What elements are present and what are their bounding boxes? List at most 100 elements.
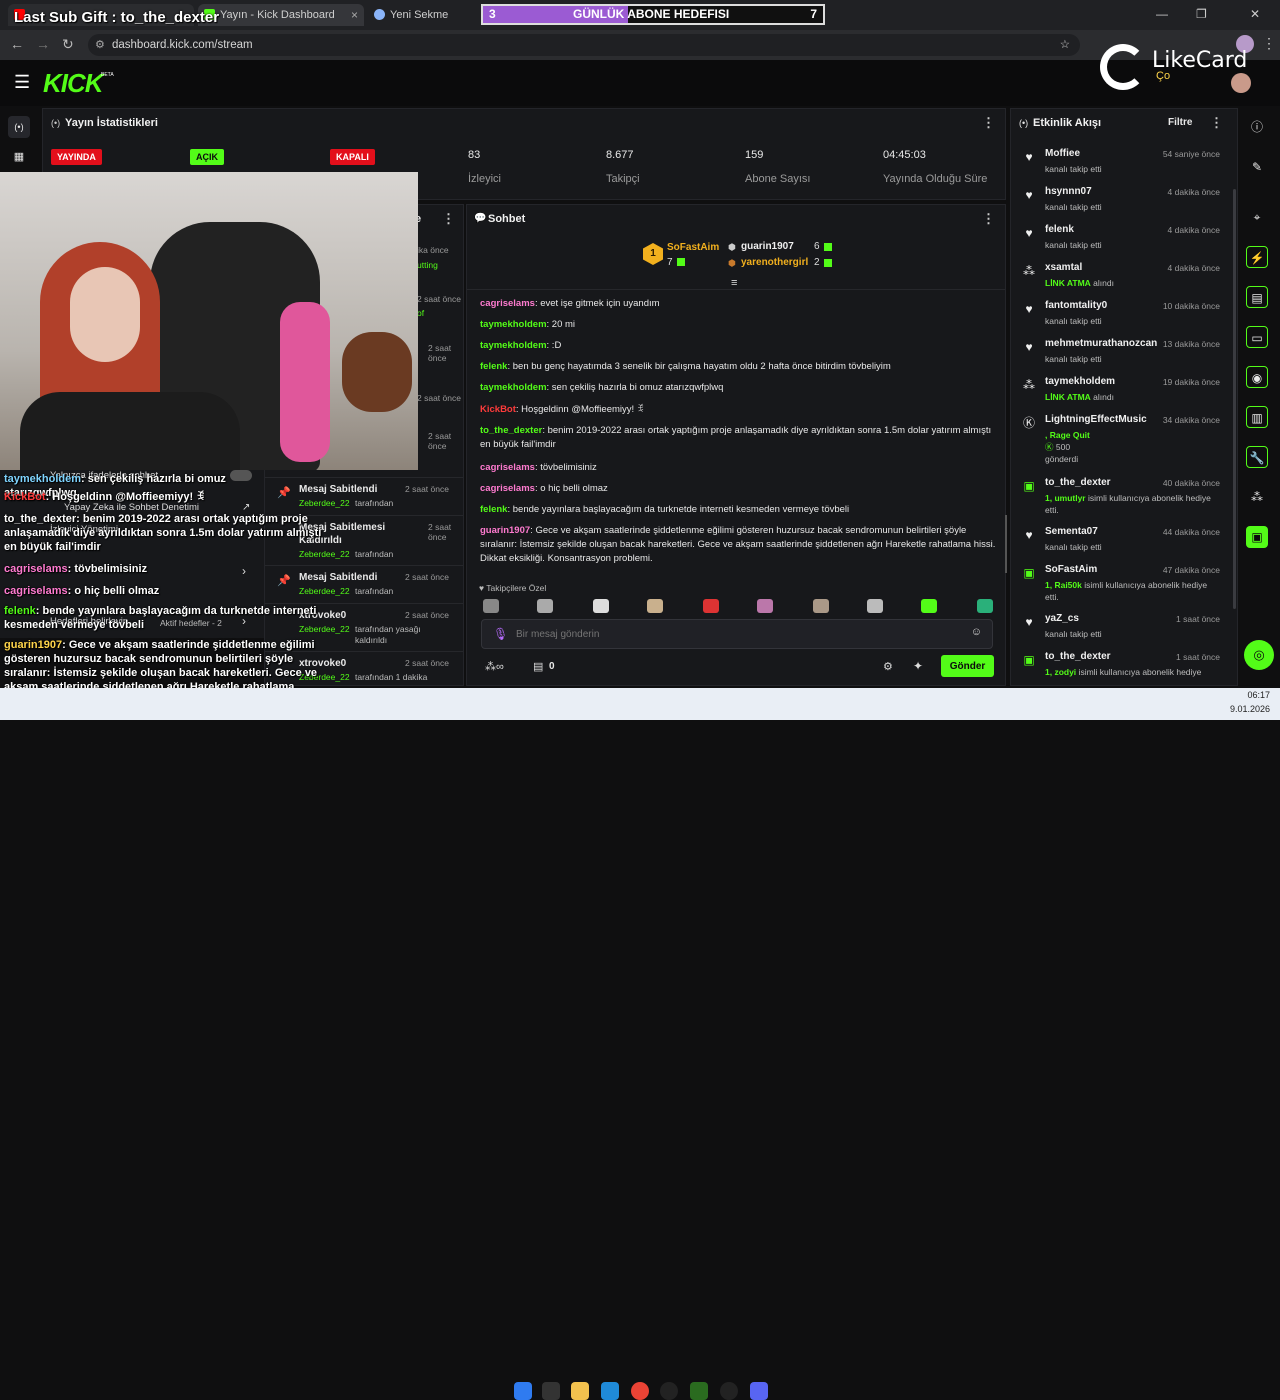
event-username[interactable]: taymekholdem: [1045, 376, 1115, 387]
open-badge[interactable]: AÇIK: [190, 149, 224, 165]
windows-start-icon[interactable]: [514, 1382, 532, 1400]
event-username[interactable]: SoFastAim: [1045, 564, 1097, 575]
activity-menu-icon[interactable]: ⋮: [1210, 115, 1223, 131]
chat-username[interactable]: cagriselams: [480, 298, 535, 309]
close-tab-icon[interactable]: ×: [351, 4, 358, 26]
expand-pinned-icon[interactable]: ≡: [731, 277, 737, 289]
emote-icon[interactable]: [921, 599, 937, 613]
hamburger-menu-icon[interactable]: ☰: [14, 72, 30, 93]
chat-username[interactable]: KickBot: [480, 404, 516, 415]
event-username[interactable]: to_the_dexter: [1045, 477, 1111, 488]
chat-username[interactable]: cagriselams: [480, 462, 535, 473]
chat-message-input[interactable]: [516, 624, 956, 644]
wrench-icon[interactable]: 🔧: [1246, 446, 1268, 468]
event-username[interactable]: to_the_dexter: [1045, 651, 1111, 662]
app-green-icon[interactable]: [690, 1382, 708, 1400]
minimize-icon[interactable]: —: [1156, 7, 1168, 21]
back-icon[interactable]: ←: [10, 36, 24, 52]
bookmark-star-icon[interactable]: ☆: [1060, 34, 1070, 56]
tab-kick-dashboard[interactable]: Yayın - Kick Dashboard ×: [198, 4, 364, 26]
file-explorer-icon[interactable]: [571, 1382, 589, 1400]
chat-username[interactable]: taymekholdem: [480, 319, 547, 330]
store-icon[interactable]: ▤: [533, 660, 543, 673]
task-view-icon[interactable]: [542, 1382, 560, 1400]
edit-icon[interactable]: ✎: [1246, 156, 1268, 178]
emote-icon[interactable]: [813, 599, 829, 613]
screenshot-icon[interactable]: ⌖: [1246, 206, 1268, 228]
mod-menu-icon[interactable]: ⋮: [442, 211, 455, 227]
emote-icon[interactable]: [593, 599, 609, 613]
app-g-icon[interactable]: [660, 1382, 678, 1400]
chat-username[interactable]: guarin1907: [480, 525, 530, 536]
gift-tool-icon[interactable]: ▣: [1246, 526, 1268, 548]
chat-bubble-icon[interactable]: ▭: [1246, 326, 1268, 348]
event-username[interactable]: hsynnn07: [1045, 186, 1092, 197]
event-username[interactable]: yaZ_cs: [1045, 613, 1079, 624]
event-time: 1 saat önce: [1176, 614, 1220, 624]
closed-badge[interactable]: KAPALI: [330, 149, 375, 165]
mod-item[interactable]: 📌 Mesaj Sabitlendi Zeberdee_22 tarafında…: [265, 477, 463, 513]
chat-username[interactable]: felenk: [480, 361, 507, 372]
emote-icon[interactable]: [703, 599, 719, 613]
maximize-icon[interactable]: ❐: [1196, 7, 1207, 21]
emote-icon[interactable]: [977, 599, 993, 613]
event-username[interactable]: fantomtality0: [1045, 300, 1107, 311]
microphone-icon[interactable]: 🎙: [493, 627, 508, 641]
tab-label: Yayın - Kick Dashboard: [220, 9, 335, 21]
emoji-icon[interactable]: ☺: [971, 626, 982, 638]
predictions-icon[interactable]: ✦: [913, 659, 923, 673]
app-g2-icon[interactable]: [720, 1382, 738, 1400]
emote-icon[interactable]: [757, 599, 773, 613]
chat-username[interactable]: to_the_dexter: [480, 425, 542, 436]
chat-username[interactable]: taymekholdem: [480, 340, 547, 351]
url-input[interactable]: ⚙ dashboard.kick.com/stream ☆: [88, 34, 1080, 56]
lightning-icon[interactable]: ⚡: [1246, 246, 1268, 268]
event-username[interactable]: Moffiee: [1045, 148, 1080, 159]
analytics-icon[interactable]: ▦: [8, 146, 30, 168]
support-headset-icon[interactable]: ◎: [1244, 640, 1274, 670]
event-username[interactable]: mehmetmurathanozcan: [1045, 338, 1157, 349]
filter-button[interactable]: Filtre: [1168, 117, 1192, 128]
stats-menu-icon[interactable]: ⋮: [982, 115, 995, 131]
emote-icon[interactable]: [867, 599, 883, 613]
chat-username[interactable]: felenk: [480, 504, 507, 515]
event-username[interactable]: LightningEffectMusic: [1045, 414, 1147, 425]
site-info-icon[interactable]: ⚙: [95, 34, 105, 56]
forward-icon[interactable]: →: [36, 36, 50, 52]
chat-input-box[interactable]: 🎙 ☺: [481, 619, 993, 649]
event-description: kanalı takip etti: [1045, 541, 1215, 553]
store-app-icon[interactable]: [601, 1382, 619, 1400]
close-window-icon[interactable]: ✕: [1250, 7, 1260, 21]
emote-icon[interactable]: [647, 599, 663, 613]
broadcast-icon[interactable]: (•): [8, 116, 30, 138]
menu-kebab-icon[interactable]: ⋮: [1262, 35, 1276, 52]
event-username[interactable]: xsamtal: [1045, 262, 1082, 273]
channel-points-icon[interactable]: ⁂∞: [485, 660, 504, 673]
chat-username[interactable]: cagriselams: [480, 483, 535, 494]
chat-scrollbar[interactable]: [1005, 515, 1007, 573]
layout-icon[interactable]: ▥: [1246, 406, 1268, 428]
chat-menu-icon[interactable]: ⋮: [982, 211, 995, 227]
user-avatar[interactable]: [1231, 73, 1251, 93]
send-button[interactable]: Gönder: [941, 655, 994, 677]
top-gifter-name[interactable]: SoFastAim: [667, 242, 719, 253]
chat-settings-icon[interactable]: ⚙: [883, 660, 893, 673]
broadcast-tool-icon[interactable]: ◉: [1246, 366, 1268, 388]
points-tool-icon[interactable]: ⁂: [1246, 486, 1268, 508]
third-gifter-name[interactable]: yarenothergirl: [741, 257, 808, 268]
chrome-taskbar-icon[interactable]: [631, 1382, 649, 1400]
second-gifter-name[interactable]: guarin1907: [741, 241, 794, 252]
emote-icon[interactable]: [483, 599, 499, 613]
clipboard-icon[interactable]: ▤: [1246, 286, 1268, 308]
emote-icon[interactable]: [537, 599, 553, 613]
info-icon[interactable]: ⓘ: [1246, 116, 1268, 138]
event-username[interactable]: felenk: [1045, 224, 1074, 235]
mod-item[interactable]: 📌 Mesaj Sabitlendi Zeberdee_22 tarafında…: [265, 565, 463, 601]
event-username[interactable]: Sementa07: [1045, 526, 1098, 537]
chat-username[interactable]: taymekholdem: [480, 382, 547, 393]
reload-icon[interactable]: ↻: [62, 36, 74, 53]
activity-scrollbar[interactable]: [1233, 189, 1236, 609]
kick-logo[interactable]: KICK: [43, 68, 104, 99]
tab-new[interactable]: Yeni Sekme: [368, 4, 480, 26]
discord-icon[interactable]: [750, 1382, 768, 1400]
